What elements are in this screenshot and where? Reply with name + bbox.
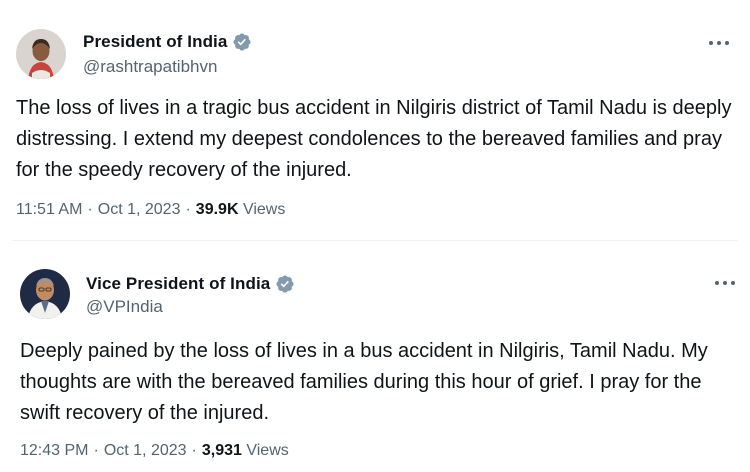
tweet-time[interactable]: 12:43 PM bbox=[20, 442, 88, 459]
tweet-meta: 12:43 PM · Oct 1, 2023 · 3,931 Views bbox=[20, 440, 289, 462]
divider bbox=[12, 240, 738, 241]
verified-badge-icon bbox=[233, 33, 251, 51]
more-options-icon[interactable] bbox=[712, 276, 738, 290]
verified-badge-icon bbox=[276, 275, 294, 293]
user-handle[interactable]: @rashtrapatibhvn bbox=[83, 56, 217, 78]
display-name[interactable]: Vice President of India bbox=[86, 273, 270, 295]
tweet[interactable]: President of India @rashtrapatibhvn The … bbox=[0, 0, 750, 240]
tweet-date[interactable]: Oct 1, 2023 bbox=[98, 201, 181, 218]
separator: · bbox=[87, 201, 93, 218]
views-count: 3,931 bbox=[201, 442, 242, 459]
tweet[interactable]: Vice President of India @VPIndia Deeply … bbox=[0, 242, 750, 472]
avatar[interactable] bbox=[16, 29, 66, 79]
views-label: Views bbox=[246, 442, 289, 459]
tweet-date[interactable]: Oct 1, 2023 bbox=[104, 442, 187, 459]
tweet-time[interactable]: 11:51 AM bbox=[16, 201, 82, 218]
tweet-text: The loss of lives in a tragic bus accide… bbox=[16, 97, 732, 181]
user-handle[interactable]: @VPIndia bbox=[86, 296, 163, 318]
tweet-meta: 11:51 AM · Oct 1, 2023 · 39.9K Views bbox=[16, 199, 285, 221]
more-options-icon[interactable] bbox=[706, 36, 732, 50]
tweet-text: Deeply pained by the loss of lives in a … bbox=[20, 340, 708, 424]
separator: · bbox=[185, 201, 191, 218]
display-name[interactable]: President of India bbox=[83, 31, 227, 53]
avatar[interactable] bbox=[20, 269, 70, 319]
views-label: Views bbox=[242, 201, 286, 218]
separator: · bbox=[191, 442, 197, 459]
separator: · bbox=[93, 442, 99, 459]
views-count: 39.9K bbox=[195, 201, 239, 218]
